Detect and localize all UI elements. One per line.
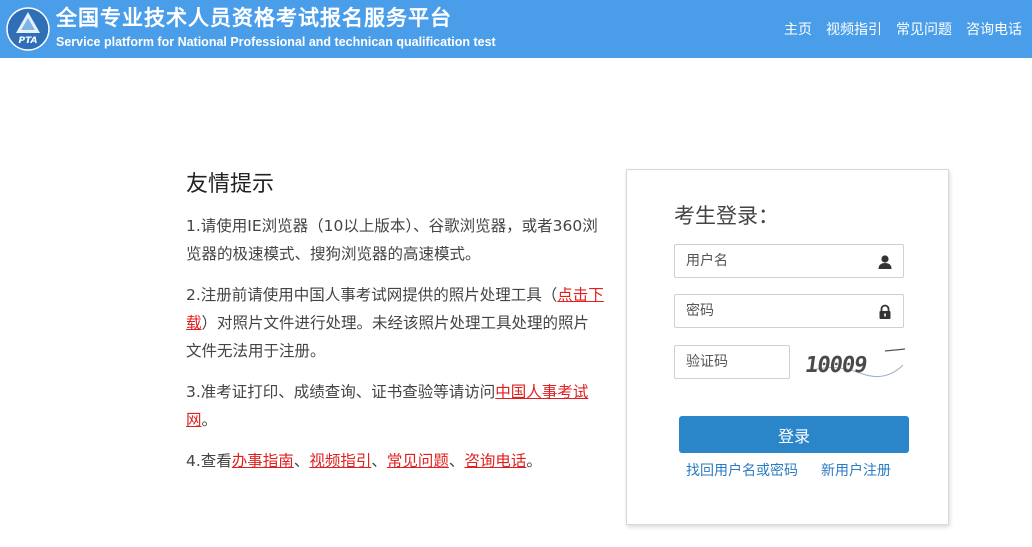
forgot-credentials-link[interactable]: 找回用户名或密码 — [686, 460, 798, 480]
login-title: 考生登录： — [674, 204, 779, 228]
lock-icon — [879, 304, 891, 319]
username-input[interactable] — [675, 245, 876, 277]
separator: 、 — [448, 452, 465, 470]
video-guide-link[interactable]: 视频指引 — [309, 452, 371, 470]
password-field — [674, 294, 904, 328]
captcha-image[interactable]: 10009 — [805, 345, 905, 383]
logo-text: PTA — [18, 36, 37, 46]
separator: 、 — [371, 452, 387, 470]
header-bar: PTA 全国专业技术人员资格考试报名服务平台 Service platform … — [0, 0, 1032, 58]
tip-1: 1.请使用IE浏览器（10以上版本）、谷歌浏览器，或者360浏览器的极速模式、搜… — [186, 217, 598, 263]
contact-phone-link[interactable]: 咨询电话 — [464, 452, 526, 470]
tips-section: 友情提示 1.请使用IE浏览器（10以上版本）、谷歌浏览器，或者360浏览器的极… — [186, 166, 604, 488]
tip-2-text-b: ）对照片文件进行处理。未经该照片处理工具处理的照片文件无法用于注册。 — [186, 314, 590, 360]
tip-3-text-b: 。 — [201, 411, 218, 429]
register-link[interactable]: 新用户注册 — [821, 460, 891, 480]
guide-link[interactable]: 办事指南 — [232, 452, 294, 470]
nav-faq[interactable]: 常见问题 — [896, 19, 952, 39]
tip-2: 2.注册前请使用中国人事考试网提供的照片处理工具（点击下载）对照片文件进行处理。… — [186, 281, 604, 365]
tips-title: 友情提示 — [186, 172, 275, 197]
captcha-field — [674, 345, 790, 379]
tip-4-text-a: 4.查看 — [186, 452, 232, 470]
site-title-cn: 全国专业技术人员资格考试报名服务平台 — [56, 6, 452, 30]
login-panel: 考生登录： 10009 登录 找回用户名或密码 新用户注册 — [626, 169, 949, 525]
top-nav: 主页 视频指引 常见问题 咨询电话 — [784, 19, 1022, 39]
tip-3-text-a: 3.准考证打印、成绩查询、证书查验等请访问 — [186, 383, 496, 401]
pta-logo: PTA — [6, 7, 50, 51]
password-input[interactable] — [675, 295, 876, 327]
tip-4: 4.查看办事指南、视频指引、常见问题、咨询电话。 — [186, 447, 604, 475]
site-title-en: Service platform for National Profession… — [56, 35, 496, 49]
captcha-text: 10009 — [805, 352, 868, 378]
tip-4-text-end: 。 — [526, 452, 542, 470]
faq-link[interactable]: 常见问题 — [387, 452, 449, 470]
nav-home[interactable]: 主页 — [784, 19, 812, 39]
login-button[interactable]: 登录 — [679, 416, 909, 453]
separator: 、 — [293, 452, 310, 470]
captcha-input[interactable] — [675, 346, 790, 378]
nav-contact-phone[interactable]: 咨询电话 — [966, 19, 1022, 39]
tip-3: 3.准考证打印、成绩查询、证书查验等请访问中国人事考试网。 — [186, 378, 604, 434]
nav-video-guide[interactable]: 视频指引 — [826, 19, 882, 39]
username-field — [674, 244, 904, 278]
tip-2-text-a: 2.注册前请使用中国人事考试网提供的照片处理工具（ — [186, 286, 558, 304]
user-icon — [878, 255, 892, 269]
